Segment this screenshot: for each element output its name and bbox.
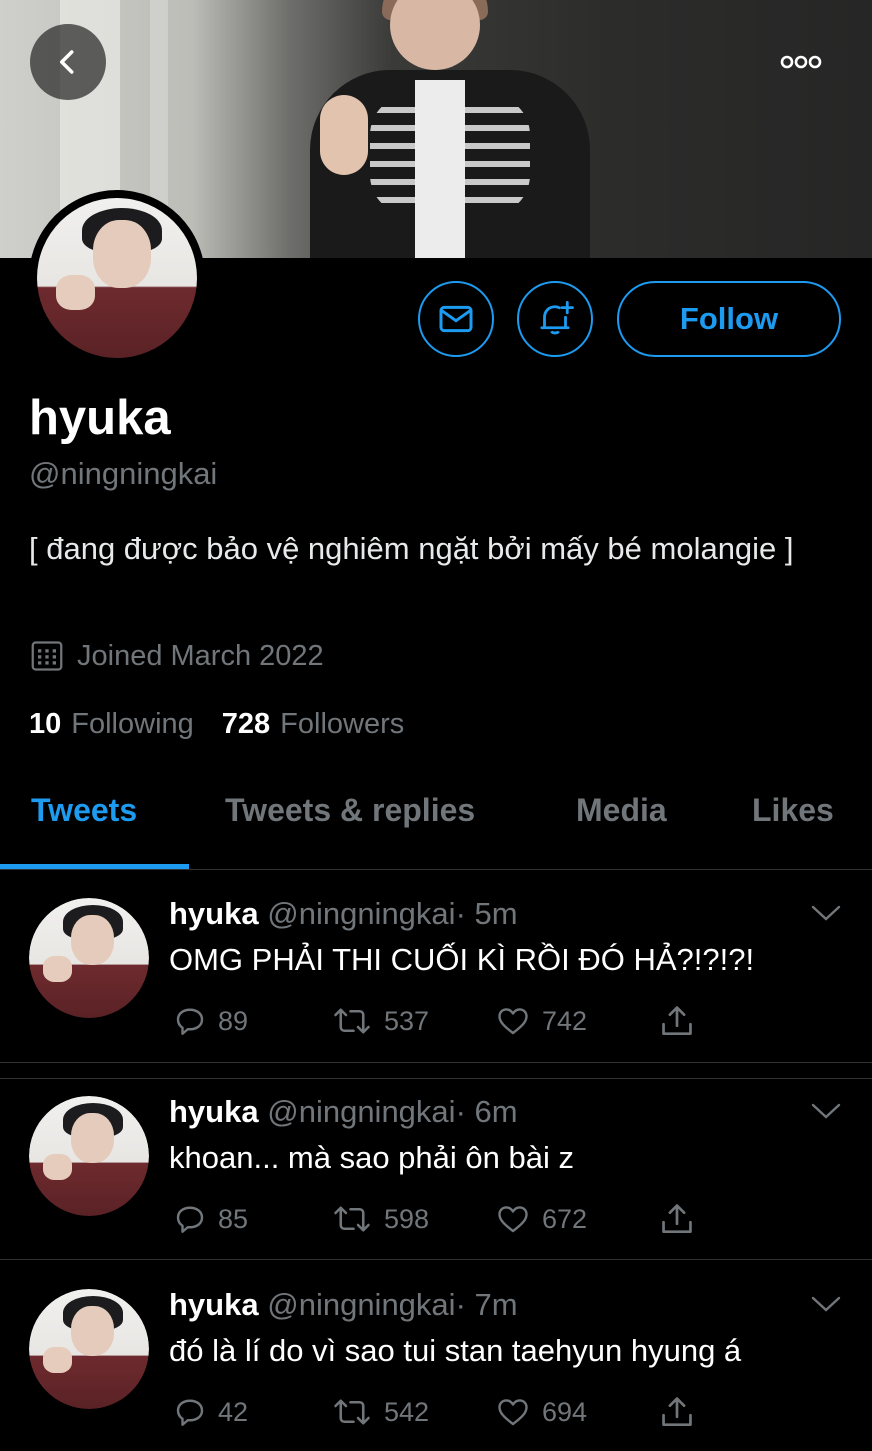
like-count: 742: [542, 1005, 588, 1036]
heart-icon: [498, 1399, 528, 1426]
tweet-author-handle[interactable]: @ningningkai: [267, 1287, 455, 1322]
tweet-author-name[interactable]: hyuka: [169, 1094, 259, 1129]
reply-icon: [176, 1008, 204, 1035]
more-dots-icon: [780, 55, 822, 69]
tweet-text: khoan... mà sao phải ôn bài z: [169, 1140, 574, 1175]
share-icon: [662, 1204, 692, 1234]
heart-icon: [498, 1206, 528, 1233]
tweet-avatar[interactable]: [29, 1289, 149, 1409]
joined-date: Joined March 2022: [29, 638, 324, 674]
tweet-header: hyuka @ningningkai· 5m: [169, 896, 518, 932]
message-button[interactable]: [418, 281, 494, 357]
bell-plus-icon: [540, 300, 574, 335]
reply-count: 85: [218, 1203, 249, 1234]
retweet-icon: [334, 1008, 370, 1034]
tweet-author-handle[interactable]: @ningningkai: [267, 1094, 455, 1129]
chevron-down-icon[interactable]: [810, 1100, 842, 1122]
reply-count: 89: [218, 1005, 249, 1036]
profile-bio: [ đang được bảo vệ nghiêm ngặt bởi mấy b…: [29, 531, 794, 566]
notifications-button[interactable]: [517, 281, 593, 357]
reply-icon: [176, 1206, 204, 1233]
profile-tabs: Tweets Tweets & replies Media Likes: [0, 778, 872, 870]
avatar-image: [29, 898, 149, 1018]
tweet-avatar[interactable]: [29, 1096, 149, 1216]
tweet-text: đó là lí do vì sao tui stan taehyun hyun…: [169, 1333, 742, 1368]
retweet-count: 542: [384, 1396, 430, 1427]
retweet-action[interactable]: 598: [330, 1201, 494, 1237]
retweet-icon: [334, 1399, 370, 1425]
retweet-action[interactable]: 542: [330, 1394, 494, 1430]
following-count: 10: [29, 708, 62, 740]
tab-tweets[interactable]: Tweets: [31, 792, 137, 829]
like-count: 672: [542, 1203, 588, 1234]
like-action[interactable]: 742: [494, 1003, 658, 1039]
retweet-action[interactable]: 537: [330, 1003, 494, 1039]
back-button[interactable]: [30, 24, 106, 100]
share-action[interactable]: [658, 1002, 696, 1040]
tweet[interactable]: hyuka @ningningkai· 5m OMG PHẢI THI CUỐI…: [0, 870, 872, 1062]
tweet-actions: 85 598 672: [172, 1199, 696, 1239]
following-label: Following: [71, 708, 194, 740]
avatar-image: [29, 1289, 149, 1409]
tweet-author-handle[interactable]: @ningningkai: [267, 896, 455, 931]
tweet-divider: [0, 1062, 872, 1063]
share-action[interactable]: [658, 1200, 696, 1238]
retweet-count: 598: [384, 1203, 430, 1234]
avatar-image: [29, 1096, 149, 1216]
retweet-count: 537: [384, 1005, 430, 1036]
followers-count: 728: [221, 708, 271, 740]
heart-icon: [498, 1008, 528, 1035]
like-action[interactable]: 694: [494, 1394, 658, 1430]
tab-tweets-replies[interactable]: Tweets & replies: [225, 792, 475, 829]
tweet-time: · 7m: [455, 1287, 518, 1322]
active-tab-indicator: [0, 864, 189, 869]
tweet-avatar[interactable]: [29, 898, 149, 1018]
share-action[interactable]: [658, 1393, 696, 1431]
like-count: 694: [542, 1396, 588, 1427]
following-link[interactable]: 10 Following: [29, 708, 194, 741]
tweet-actions: 42 542 694: [172, 1392, 696, 1432]
reply-count: 42: [218, 1396, 249, 1427]
tweet-text: OMG PHẢI THI CUỐI KÌ RỒI ĐÓ HẢ?!?!?!: [169, 942, 755, 977]
profile-name: hyuka: [29, 391, 171, 445]
follow-stats: 10 Following 728 Followers: [29, 708, 404, 741]
reply-action[interactable]: 42: [172, 1394, 330, 1430]
tweet-author-name[interactable]: hyuka: [169, 1287, 259, 1322]
tweet-time: · 5m: [455, 896, 518, 931]
reply-action[interactable]: 89: [172, 1003, 330, 1039]
profile-avatar[interactable]: [29, 190, 205, 366]
share-icon: [662, 1006, 692, 1036]
tab-likes[interactable]: Likes: [752, 792, 834, 829]
more-button[interactable]: [763, 24, 839, 100]
tweet[interactable]: hyuka @ningningkai· 6m khoan... mà sao p…: [0, 1079, 872, 1259]
tab-media[interactable]: Media: [576, 792, 667, 829]
followers-label: Followers: [280, 708, 405, 740]
reply-action[interactable]: 85: [172, 1201, 330, 1237]
retweet-icon: [334, 1206, 370, 1232]
followers-link[interactable]: 728 Followers: [222, 708, 404, 741]
reply-icon: [176, 1399, 204, 1426]
tweet[interactable]: hyuka @ningningkai· 7m đó là lí do vì sa…: [0, 1260, 872, 1451]
tweet-header: hyuka @ningningkai· 6m: [169, 1094, 518, 1130]
mail-icon: [439, 305, 473, 333]
tweet-actions: 89 537 742: [172, 1001, 696, 1041]
chevron-down-icon[interactable]: [810, 1293, 842, 1315]
follow-button[interactable]: Follow: [617, 281, 841, 357]
tweet-author-name[interactable]: hyuka: [169, 896, 259, 931]
tweet-time: · 6m: [455, 1094, 518, 1129]
joined-label: Joined March 2022: [77, 639, 324, 672]
tweet-header: hyuka @ningningkai· 7m: [169, 1287, 518, 1323]
chevron-down-icon[interactable]: [810, 902, 842, 924]
banner-photo-subject: [300, 0, 600, 258]
like-action[interactable]: 672: [494, 1201, 658, 1237]
calendar-icon: [31, 641, 63, 671]
back-arrow-icon: [60, 50, 74, 74]
profile-handle: @ningningkai: [29, 456, 218, 491]
share-icon: [662, 1397, 692, 1427]
avatar-image: [37, 198, 197, 358]
